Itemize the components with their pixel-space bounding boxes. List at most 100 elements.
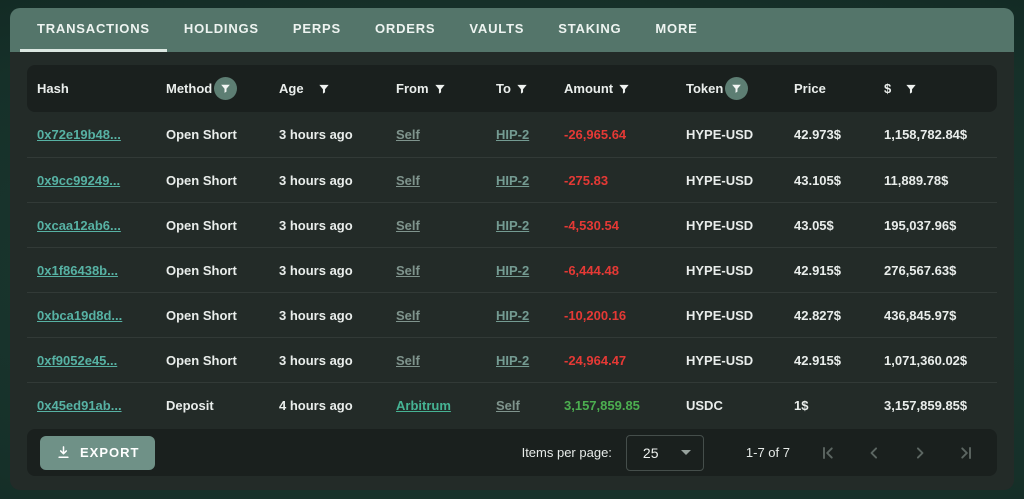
hash-link[interactable]: 0xcaa12ab6... xyxy=(37,218,121,233)
next-page-icon[interactable] xyxy=(908,441,932,465)
from-link[interactable]: Self xyxy=(396,353,420,368)
from-link[interactable]: Self xyxy=(396,127,420,142)
amount-cell: -26,965.64 xyxy=(564,127,686,142)
to-link[interactable]: HIP-2 xyxy=(496,127,529,142)
amount-cell: 3,157,859.85 xyxy=(564,398,686,413)
items-per-page-select[interactable]: 25 xyxy=(626,435,704,471)
usd-cell: 3,157,859.85$ xyxy=(884,398,987,413)
to-link[interactable]: Self xyxy=(496,398,520,413)
from-link[interactable]: Arbitrum xyxy=(396,398,451,413)
hash-link[interactable]: 0x45ed91ab... xyxy=(37,398,122,413)
column-header-hash: Hash xyxy=(37,81,69,96)
tab-bar: TRANSACTIONS HOLDINGS PERPS ORDERS VAULT… xyxy=(10,8,1014,52)
usd-filter-icon[interactable] xyxy=(904,82,918,96)
method-filter-icon[interactable] xyxy=(214,77,237,100)
table-row: 0x72e19b48... Open Short 3 hours ago Sel… xyxy=(27,112,997,157)
from-link[interactable]: Self xyxy=(396,218,420,233)
from-filter-icon[interactable] xyxy=(433,82,447,96)
usd-cell: 436,845.97$ xyxy=(884,308,987,323)
token-filter-icon[interactable] xyxy=(725,77,748,100)
items-per-page-label: Items per page: xyxy=(522,445,612,460)
hash-link[interactable]: 0xf9052e45... xyxy=(37,353,117,368)
token-cell: HYPE-USD xyxy=(686,173,794,188)
column-header-token: Token xyxy=(686,81,723,96)
token-cell: HYPE-USD xyxy=(686,218,794,233)
price-cell: 42.915$ xyxy=(794,263,884,278)
items-per-page-value: 25 xyxy=(643,445,659,461)
tab-vaults[interactable]: VAULTS xyxy=(452,8,541,52)
usd-cell: 1,071,360.02$ xyxy=(884,353,987,368)
price-cell: 42.915$ xyxy=(794,353,884,368)
age-cell: 3 hours ago xyxy=(279,173,396,188)
to-link[interactable]: HIP-2 xyxy=(496,218,529,233)
tab-holdings[interactable]: HOLDINGS xyxy=(167,8,276,52)
to-link[interactable]: HIP-2 xyxy=(496,263,529,278)
amount-cell: -275.83 xyxy=(564,173,686,188)
table-footer: EXPORT Items per page: 25 1-7 of 7 xyxy=(27,429,997,476)
column-header-price: Price xyxy=(794,81,826,96)
tab-more[interactable]: MORE xyxy=(638,8,714,52)
from-link[interactable]: Self xyxy=(396,173,420,188)
amount-cell: -6,444.48 xyxy=(564,263,686,278)
export-button[interactable]: EXPORT xyxy=(40,436,155,470)
previous-page-icon[interactable] xyxy=(862,441,886,465)
to-filter-icon[interactable] xyxy=(515,82,529,96)
table-row: 0xf9052e45... Open Short 3 hours ago Sel… xyxy=(27,337,997,382)
from-link[interactable]: Self xyxy=(396,263,420,278)
price-cell: 1$ xyxy=(794,398,884,413)
usd-cell: 195,037.96$ xyxy=(884,218,987,233)
method-cell: Open Short xyxy=(166,263,279,278)
age-cell: 3 hours ago xyxy=(279,218,396,233)
method-cell: Open Short xyxy=(166,308,279,323)
method-cell: Open Short xyxy=(166,353,279,368)
amount-cell: -4,530.54 xyxy=(564,218,686,233)
table-row: 0xcaa12ab6... Open Short 3 hours ago Sel… xyxy=(27,202,997,247)
from-link[interactable]: Self xyxy=(396,308,420,323)
hash-link[interactable]: 0x1f86438b... xyxy=(37,263,118,278)
column-header-amount: Amount xyxy=(564,81,613,96)
first-page-icon[interactable] xyxy=(816,441,840,465)
to-link[interactable]: HIP-2 xyxy=(496,173,529,188)
usd-cell: 11,889.78$ xyxy=(884,173,987,188)
table-row: 0x1f86438b... Open Short 3 hours ago Sel… xyxy=(27,247,997,292)
last-page-icon[interactable] xyxy=(954,441,978,465)
export-button-label: EXPORT xyxy=(80,445,139,460)
method-cell: Deposit xyxy=(166,398,279,413)
token-cell: HYPE-USD xyxy=(686,353,794,368)
method-cell: Open Short xyxy=(166,218,279,233)
tab-perps[interactable]: PERPS xyxy=(276,8,358,52)
table-container: Hash Method Age From To Amount Token Pri… xyxy=(10,52,1014,490)
table-row: 0xbca19d8d... Open Short 3 hours ago Sel… xyxy=(27,292,997,337)
age-cell: 3 hours ago xyxy=(279,308,396,323)
token-cell: HYPE-USD xyxy=(686,127,794,142)
table-row: 0x45ed91ab... Deposit 4 hours ago Arbitr… xyxy=(27,382,997,427)
tab-transactions[interactable]: TRANSACTIONS xyxy=(20,8,167,52)
dropdown-caret-icon xyxy=(681,450,691,455)
usd-cell: 276,567.63$ xyxy=(884,263,987,278)
hash-link[interactable]: 0xbca19d8d... xyxy=(37,308,122,323)
tab-staking[interactable]: STAKING xyxy=(541,8,638,52)
age-cell: 3 hours ago xyxy=(279,353,396,368)
age-cell: 3 hours ago xyxy=(279,127,396,142)
token-cell: HYPE-USD xyxy=(686,263,794,278)
column-header-usd: $ xyxy=(884,81,891,96)
to-link[interactable]: HIP-2 xyxy=(496,308,529,323)
column-header-to: To xyxy=(496,81,511,96)
age-filter-icon[interactable] xyxy=(317,82,331,96)
price-cell: 43.05$ xyxy=(794,218,884,233)
tab-orders[interactable]: ORDERS xyxy=(358,8,452,52)
download-icon xyxy=(56,445,71,460)
age-cell: 4 hours ago xyxy=(279,398,396,413)
amount-cell: -24,964.47 xyxy=(564,353,686,368)
hash-link[interactable]: 0x9cc99249... xyxy=(37,173,120,188)
to-link[interactable]: HIP-2 xyxy=(496,353,529,368)
price-cell: 43.105$ xyxy=(794,173,884,188)
method-cell: Open Short xyxy=(166,127,279,142)
age-cell: 3 hours ago xyxy=(279,263,396,278)
hash-link[interactable]: 0x72e19b48... xyxy=(37,127,121,142)
table-body: 0x72e19b48... Open Short 3 hours ago Sel… xyxy=(27,112,997,427)
table-header: Hash Method Age From To Amount Token Pri… xyxy=(27,65,997,112)
price-cell: 42.973$ xyxy=(794,127,884,142)
column-header-from: From xyxy=(396,81,429,96)
amount-filter-icon[interactable] xyxy=(617,82,631,96)
